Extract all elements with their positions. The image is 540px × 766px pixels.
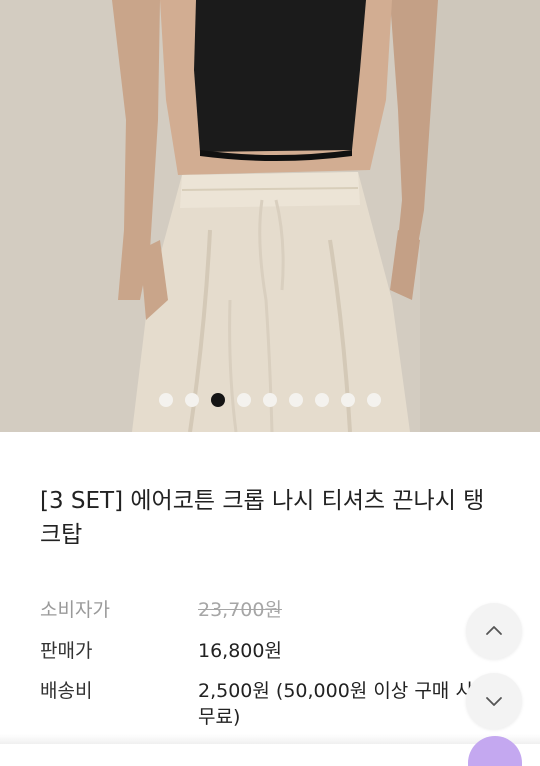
carousel-indicators [0, 393, 540, 407]
carousel-dot[interactable] [341, 393, 355, 407]
scroll-to-top-button[interactable] [466, 603, 522, 659]
sale-price-label: 판매가 [40, 640, 93, 662]
bottom-bar-shadow [0, 734, 540, 744]
product-image-carousel[interactable] [0, 0, 540, 432]
consumer-price-label: 소비자가 [40, 599, 110, 621]
carousel-dot[interactable] [263, 393, 277, 407]
chevron-up-icon [486, 626, 502, 635]
shipping-fee-label: 배송비 [40, 680, 93, 702]
carousel-dot[interactable] [159, 393, 173, 407]
scroll-to-bottom-button[interactable] [466, 673, 522, 729]
carousel-dot[interactable] [185, 393, 199, 407]
sale-price-value: 16,800원 [198, 640, 282, 662]
chevron-down-icon [486, 697, 502, 706]
consumer-price-value: 23,700원 [198, 599, 282, 621]
carousel-dot[interactable] [315, 393, 329, 407]
product-photo [0, 0, 540, 432]
carousel-dot[interactable] [367, 393, 381, 407]
product-title: [3 SET] 에어코튼 크롭 나시 티셔츠 끈나시 탱크탑 [40, 488, 485, 548]
carousel-dot[interactable] [289, 393, 303, 407]
carousel-dot[interactable] [237, 393, 251, 407]
carousel-dot-active[interactable] [211, 393, 225, 407]
shipping-fee-value: 2,500원 (50,000원 이상 구매 시 무료) [198, 680, 473, 728]
